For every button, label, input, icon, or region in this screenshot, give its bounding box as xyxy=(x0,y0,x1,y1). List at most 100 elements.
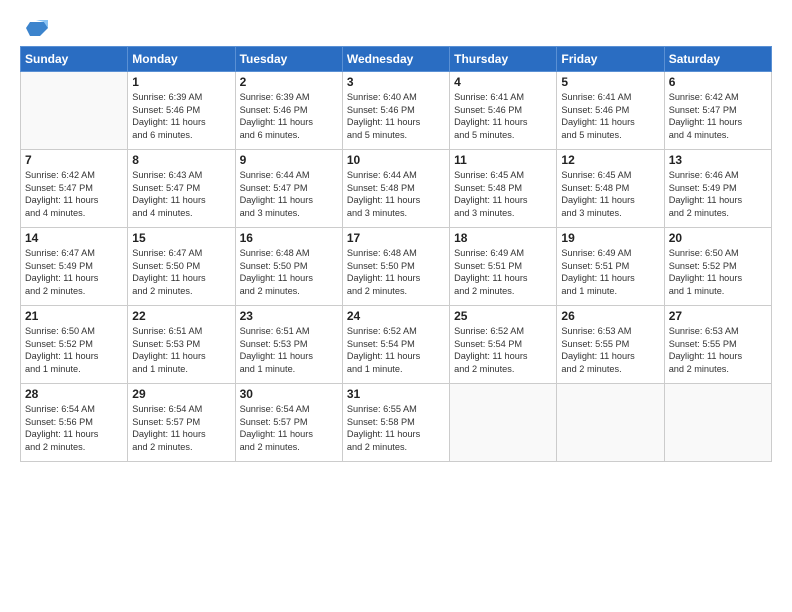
day-info: Sunrise: 6:55 AM Sunset: 5:58 PM Dayligh… xyxy=(347,403,445,453)
day-info: Sunrise: 6:42 AM Sunset: 5:47 PM Dayligh… xyxy=(25,169,123,219)
calendar-cell: 23 Sunrise: 6:51 AM Sunset: 5:53 PM Dayli… xyxy=(235,306,342,384)
calendar-table: SundayMondayTuesdayWednesdayThursdayFrid… xyxy=(20,46,772,462)
calendar-cell xyxy=(450,384,557,462)
calendar-header: SundayMondayTuesdayWednesdayThursdayFrid… xyxy=(21,47,772,72)
day-number: 29 xyxy=(132,387,230,401)
calendar-cell: 19 Sunrise: 6:49 AM Sunset: 5:51 PM Dayli… xyxy=(557,228,664,306)
calendar-cell: 6Sunrise: 6:42 AM Sunset: 5:47 PM Daylig… xyxy=(664,72,771,150)
day-number: 17 xyxy=(347,231,445,245)
day-info: Sunrise: 6:44 AM Sunset: 5:47 PM Dayligh… xyxy=(240,169,338,219)
week-row-4: 21 Sunrise: 6:50 AM Sunset: 5:52 PM Dayli… xyxy=(21,306,772,384)
day-number: 4 xyxy=(454,75,552,89)
day-info: Sunrise: 6:41 AM Sunset: 5:46 PM Dayligh… xyxy=(454,91,552,141)
day-info: Sunrise: 6:48 AM Sunset: 5:50 PM Dayligh… xyxy=(347,247,445,297)
calendar-cell: 7 Sunrise: 6:42 AM Sunset: 5:47 PM Daylig… xyxy=(21,150,128,228)
calendar-cell: 10 Sunrise: 6:44 AM Sunset: 5:48 PM Dayli… xyxy=(342,150,449,228)
header-thursday: Thursday xyxy=(450,47,557,72)
day-info: Sunrise: 6:54 AM Sunset: 5:57 PM Dayligh… xyxy=(240,403,338,453)
day-info: Sunrise: 6:49 AM Sunset: 5:51 PM Dayligh… xyxy=(454,247,552,297)
day-number: 24 xyxy=(347,309,445,323)
day-number: 12 xyxy=(561,153,659,167)
day-info: Sunrise: 6:45 AM Sunset: 5:48 PM Dayligh… xyxy=(561,169,659,219)
header-saturday: Saturday xyxy=(664,47,771,72)
day-number: 18 xyxy=(454,231,552,245)
day-number: 3 xyxy=(347,75,445,89)
calendar-cell: 20Sunrise: 6:50 AM Sunset: 5:52 PM Dayli… xyxy=(664,228,771,306)
header-row: SundayMondayTuesdayWednesdayThursdayFrid… xyxy=(21,47,772,72)
day-number: 8 xyxy=(132,153,230,167)
logo-text xyxy=(20,18,50,40)
week-row-5: 28Sunrise: 6:54 AM Sunset: 5:56 PM Dayli… xyxy=(21,384,772,462)
day-number: 7 xyxy=(25,153,123,167)
calendar-cell: 17 Sunrise: 6:48 AM Sunset: 5:50 PM Dayli… xyxy=(342,228,449,306)
calendar-cell: 21 Sunrise: 6:50 AM Sunset: 5:52 PM Dayli… xyxy=(21,306,128,384)
day-info: Sunrise: 6:45 AM Sunset: 5:48 PM Dayligh… xyxy=(454,169,552,219)
day-info: Sunrise: 6:44 AM Sunset: 5:48 PM Dayligh… xyxy=(347,169,445,219)
week-row-1: 1 Sunrise: 6:39 AM Sunset: 5:46 PM Daylig… xyxy=(21,72,772,150)
day-info: Sunrise: 6:47 AM Sunset: 5:50 PM Dayligh… xyxy=(132,247,230,297)
day-number: 6 xyxy=(669,75,767,89)
week-row-2: 7 Sunrise: 6:42 AM Sunset: 5:47 PM Daylig… xyxy=(21,150,772,228)
logo xyxy=(20,18,50,38)
day-info: Sunrise: 6:50 AM Sunset: 5:52 PM Dayligh… xyxy=(25,325,123,375)
day-number: 30 xyxy=(240,387,338,401)
day-info: Sunrise: 6:52 AM Sunset: 5:54 PM Dayligh… xyxy=(454,325,552,375)
calendar-cell xyxy=(21,72,128,150)
day-info: Sunrise: 6:48 AM Sunset: 5:50 PM Dayligh… xyxy=(240,247,338,297)
day-info: Sunrise: 6:46 AM Sunset: 5:49 PM Dayligh… xyxy=(669,169,767,219)
calendar-body: 1 Sunrise: 6:39 AM Sunset: 5:46 PM Daylig… xyxy=(21,72,772,462)
day-info: Sunrise: 6:49 AM Sunset: 5:51 PM Dayligh… xyxy=(561,247,659,297)
day-info: Sunrise: 6:53 AM Sunset: 5:55 PM Dayligh… xyxy=(561,325,659,375)
day-info: Sunrise: 6:47 AM Sunset: 5:49 PM Dayligh… xyxy=(25,247,123,297)
calendar-cell: 11 Sunrise: 6:45 AM Sunset: 5:48 PM Dayli… xyxy=(450,150,557,228)
calendar-cell: 30 Sunrise: 6:54 AM Sunset: 5:57 PM Dayli… xyxy=(235,384,342,462)
header xyxy=(20,18,772,38)
calendar-cell: 13Sunrise: 6:46 AM Sunset: 5:49 PM Dayli… xyxy=(664,150,771,228)
day-info: Sunrise: 6:54 AM Sunset: 5:56 PM Dayligh… xyxy=(25,403,123,453)
day-number: 11 xyxy=(454,153,552,167)
calendar-cell: 12 Sunrise: 6:45 AM Sunset: 5:48 PM Dayli… xyxy=(557,150,664,228)
calendar-cell: 27Sunrise: 6:53 AM Sunset: 5:55 PM Dayli… xyxy=(664,306,771,384)
header-monday: Monday xyxy=(128,47,235,72)
day-info: Sunrise: 6:53 AM Sunset: 5:55 PM Dayligh… xyxy=(669,325,767,375)
calendar-cell: 28Sunrise: 6:54 AM Sunset: 5:56 PM Dayli… xyxy=(21,384,128,462)
day-number: 26 xyxy=(561,309,659,323)
day-number: 25 xyxy=(454,309,552,323)
day-number: 9 xyxy=(240,153,338,167)
calendar-cell: 9 Sunrise: 6:44 AM Sunset: 5:47 PM Daylig… xyxy=(235,150,342,228)
day-number: 19 xyxy=(561,231,659,245)
calendar-cell: 26 Sunrise: 6:53 AM Sunset: 5:55 PM Dayli… xyxy=(557,306,664,384)
calendar-cell: 31 Sunrise: 6:55 AM Sunset: 5:58 PM Dayli… xyxy=(342,384,449,462)
header-friday: Friday xyxy=(557,47,664,72)
calendar-cell xyxy=(557,384,664,462)
calendar-cell: 5Sunrise: 6:41 AM Sunset: 5:46 PM Daylig… xyxy=(557,72,664,150)
day-info: Sunrise: 6:39 AM Sunset: 5:46 PM Dayligh… xyxy=(132,91,230,141)
day-number: 31 xyxy=(347,387,445,401)
calendar-cell: 16 Sunrise: 6:48 AM Sunset: 5:50 PM Dayli… xyxy=(235,228,342,306)
day-info: Sunrise: 6:54 AM Sunset: 5:57 PM Dayligh… xyxy=(132,403,230,453)
header-wednesday: Wednesday xyxy=(342,47,449,72)
calendar-page: SundayMondayTuesdayWednesdayThursdayFrid… xyxy=(0,0,792,612)
day-number: 1 xyxy=(132,75,230,89)
day-number: 15 xyxy=(132,231,230,245)
day-number: 23 xyxy=(240,309,338,323)
calendar-cell: 18 Sunrise: 6:49 AM Sunset: 5:51 PM Dayli… xyxy=(450,228,557,306)
calendar-cell: 8 Sunrise: 6:43 AM Sunset: 5:47 PM Daylig… xyxy=(128,150,235,228)
day-number: 10 xyxy=(347,153,445,167)
header-tuesday: Tuesday xyxy=(235,47,342,72)
calendar-cell: 3Sunrise: 6:40 AM Sunset: 5:46 PM Daylig… xyxy=(342,72,449,150)
day-info: Sunrise: 6:52 AM Sunset: 5:54 PM Dayligh… xyxy=(347,325,445,375)
calendar-cell xyxy=(664,384,771,462)
day-info: Sunrise: 6:41 AM Sunset: 5:46 PM Dayligh… xyxy=(561,91,659,141)
day-info: Sunrise: 6:39 AM Sunset: 5:46 PM Dayligh… xyxy=(240,91,338,141)
day-number: 21 xyxy=(25,309,123,323)
day-number: 14 xyxy=(25,231,123,245)
day-number: 2 xyxy=(240,75,338,89)
day-info: Sunrise: 6:50 AM Sunset: 5:52 PM Dayligh… xyxy=(669,247,767,297)
day-info: Sunrise: 6:51 AM Sunset: 5:53 PM Dayligh… xyxy=(240,325,338,375)
calendar-cell: 4 Sunrise: 6:41 AM Sunset: 5:46 PM Daylig… xyxy=(450,72,557,150)
day-info: Sunrise: 6:51 AM Sunset: 5:53 PM Dayligh… xyxy=(132,325,230,375)
day-number: 16 xyxy=(240,231,338,245)
header-sunday: Sunday xyxy=(21,47,128,72)
day-info: Sunrise: 6:43 AM Sunset: 5:47 PM Dayligh… xyxy=(132,169,230,219)
